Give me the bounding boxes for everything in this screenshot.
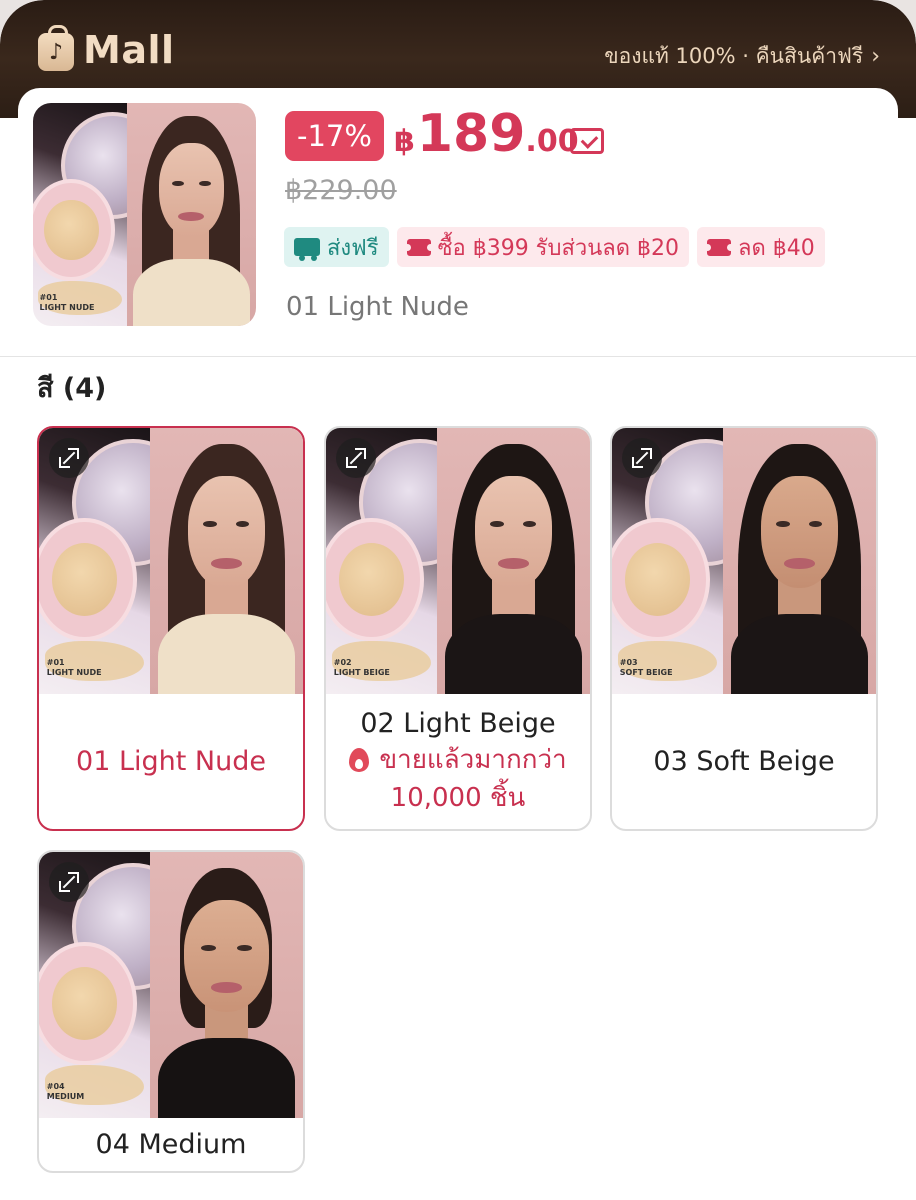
variant-name: 03 Soft Beige <box>653 746 835 777</box>
variant-tile-light-beige[interactable]: #02 LIGHT BEIGE 02 Light Beige ขายแล้วมาก… <box>324 426 592 831</box>
variant-image: #04 MEDIUM <box>39 852 303 1118</box>
shopping-bag-icon: ♪ <box>38 25 74 71</box>
selected-variant-name: 01 Light Nude <box>286 292 469 322</box>
tile-shade-label: #04 MEDIUM <box>46 1082 85 1102</box>
variant-label: 02 Light Beige ขายแล้วมากกว่า 10,000 ชิ้… <box>326 694 590 829</box>
free-shipping-badge: ส่งฟรี <box>284 227 389 267</box>
variant-label: 03 Soft Beige <box>612 694 876 829</box>
variant-section-title: สี (4) <box>37 373 107 404</box>
price-integer: 189 <box>416 104 526 164</box>
badge-label: ซื้อ ฿399 รับส่วนลด ฿20 <box>437 235 680 261</box>
ticket-icon <box>403 238 434 256</box>
flame-icon <box>349 748 370 772</box>
mall-brand-label: Mall <box>83 28 175 72</box>
variant-tile-light-nude[interactable]: #01 LIGHT NUDE 01 Light Nude <box>37 426 305 831</box>
tile-shade-label: #02 LIGHT BEIGE <box>333 658 390 678</box>
original-price: ฿229.00 <box>285 175 397 206</box>
variant-tile-soft-beige[interactable]: #03 SOFT BEIGE 03 Soft Beige <box>610 426 878 831</box>
discount-voucher-badge[interactable]: ลด ฿40 <box>697 227 825 267</box>
badge-label: ลด ฿40 <box>738 235 815 261</box>
variant-picker-sheet: ♪ Mall ของแท้ 100% · คืนสินค้าฟรี › #01 L… <box>0 0 916 1200</box>
mall-guarantee-link[interactable]: ของแท้ 100% · คืนสินค้าฟรี › <box>604 40 880 73</box>
variant-label: 04 Medium <box>39 1118 303 1171</box>
thumbnail-shade-label: #01 LIGHT NUDE <box>39 292 95 312</box>
variant-tile-medium[interactable]: #04 MEDIUM 04 Medium <box>37 850 305 1173</box>
variant-name: 02 Light Beige <box>360 708 556 739</box>
bestseller-count: 10,000 ชิ้น <box>390 783 526 813</box>
expand-icon[interactable] <box>336 438 376 478</box>
chevron-right-icon: › <box>871 44 880 69</box>
product-thumbnail[interactable]: #01 LIGHT NUDE <box>33 103 256 326</box>
variant-name: 04 Medium <box>95 1129 247 1160</box>
price: ฿ 189 .00 <box>394 104 579 164</box>
bestseller-note: ขายแล้วมากกว่า <box>349 739 567 781</box>
variant-label: 01 Light Nude <box>39 694 303 829</box>
tile-shade-label: #01 LIGHT NUDE <box>46 658 102 678</box>
variant-image: #02 LIGHT BEIGE <box>326 428 590 694</box>
truck-icon <box>294 238 320 261</box>
expand-icon[interactable] <box>49 438 89 478</box>
currency-symbol: ฿ <box>394 124 415 159</box>
expand-icon[interactable] <box>622 438 662 478</box>
variant-name: 01 Light Nude <box>76 746 266 777</box>
discount-badge: -17% <box>285 111 384 161</box>
promo-badges: ส่งฟรี ซื้อ ฿399 รับส่วนลด ฿20 ลด ฿40 <box>284 227 825 267</box>
voucher-badge[interactable]: ซื้อ ฿399 รับส่วนลด ฿20 <box>396 227 690 267</box>
ticket-icon <box>704 238 735 256</box>
expand-icon[interactable] <box>49 862 89 902</box>
variant-image: #01 LIGHT NUDE <box>39 428 303 694</box>
badge-label: ส่งฟรี <box>327 235 379 261</box>
mall-guarantee-text: ของแท้ 100% · คืนสินค้าฟรี <box>604 44 864 68</box>
variant-image: #03 SOFT BEIGE <box>612 428 876 694</box>
coupon-icon[interactable] <box>570 128 604 154</box>
divider <box>0 356 916 357</box>
tile-shade-label: #03 SOFT BEIGE <box>619 658 673 678</box>
